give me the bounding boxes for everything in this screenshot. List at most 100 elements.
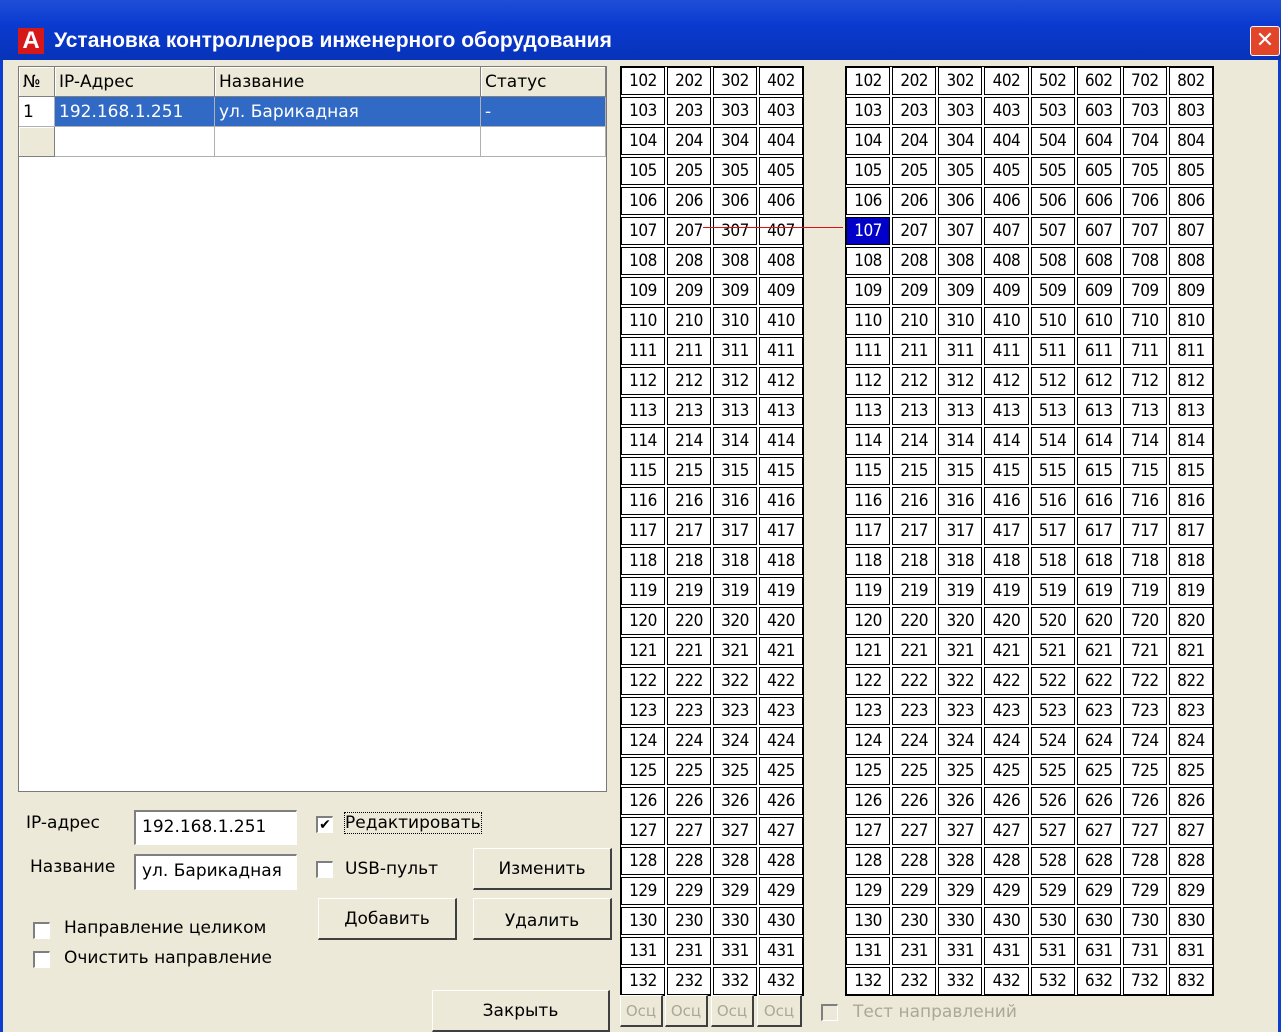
- room-cell-624[interactable]: 624: [1076, 727, 1121, 755]
- room-cell-812[interactable]: 812: [1168, 367, 1213, 395]
- room-cell-714[interactable]: 714: [1122, 427, 1167, 455]
- room-cell-222[interactable]: 222: [892, 667, 937, 695]
- room-cell-424[interactable]: 424: [759, 727, 803, 755]
- room-cell-632[interactable]: 632: [1076, 967, 1121, 995]
- room-cell-106[interactable]: 106: [621, 187, 665, 215]
- room-cell-327[interactable]: 327: [938, 817, 983, 845]
- room-cell-307[interactable]: 307: [938, 217, 983, 245]
- room-cell-712[interactable]: 712: [1122, 367, 1167, 395]
- room-cell-413[interactable]: 413: [984, 397, 1029, 425]
- room-cell-123[interactable]: 123: [846, 697, 891, 725]
- room-cell-802[interactable]: 802: [1168, 67, 1213, 95]
- room-cell-625[interactable]: 625: [1076, 757, 1121, 785]
- room-cell-416[interactable]: 416: [759, 487, 803, 515]
- room-cell-520[interactable]: 520: [1030, 607, 1075, 635]
- room-cell-427[interactable]: 427: [759, 817, 803, 845]
- room-cell-816[interactable]: 816: [1168, 487, 1213, 515]
- room-cell-121[interactable]: 121: [621, 637, 665, 665]
- room-cell-422[interactable]: 422: [984, 667, 1029, 695]
- room-cell-713[interactable]: 713: [1122, 397, 1167, 425]
- room-cell-224[interactable]: 224: [667, 727, 711, 755]
- room-cell-206[interactable]: 206: [667, 187, 711, 215]
- room-cell-124[interactable]: 124: [846, 727, 891, 755]
- room-cell-231[interactable]: 231: [892, 937, 937, 965]
- room-cell-510[interactable]: 510: [1030, 307, 1075, 335]
- room-cell-306[interactable]: 306: [938, 187, 983, 215]
- room-cell-412[interactable]: 412: [759, 367, 803, 395]
- room-cell-320[interactable]: 320: [713, 607, 757, 635]
- room-cell-829[interactable]: 829: [1168, 877, 1213, 905]
- room-cell-104[interactable]: 104: [621, 127, 665, 155]
- room-cell-828[interactable]: 828: [1168, 847, 1213, 875]
- room-cell-706[interactable]: 706: [1122, 187, 1167, 215]
- room-cell-216[interactable]: 216: [892, 487, 937, 515]
- room-cell-107[interactable]: 107: [846, 217, 891, 245]
- room-cell-430[interactable]: 430: [759, 907, 803, 935]
- room-cell-104[interactable]: 104: [846, 127, 891, 155]
- room-cell-232[interactable]: 232: [892, 967, 937, 995]
- room-cell-604[interactable]: 604: [1076, 127, 1121, 155]
- room-cell-217[interactable]: 217: [892, 517, 937, 545]
- room-cell-831[interactable]: 831: [1168, 937, 1213, 965]
- room-cell-211[interactable]: 211: [892, 337, 937, 365]
- room-cell-417[interactable]: 417: [759, 517, 803, 545]
- room-cell-102[interactable]: 102: [621, 67, 665, 95]
- room-cell-418[interactable]: 418: [759, 547, 803, 575]
- osc-button-4[interactable]: Осц: [757, 995, 802, 1027]
- room-cell-129[interactable]: 129: [621, 877, 665, 905]
- close-button[interactable]: Закрыть: [432, 990, 610, 1032]
- room-cell-214[interactable]: 214: [667, 427, 711, 455]
- room-cell-431[interactable]: 431: [984, 937, 1029, 965]
- room-cell-213[interactable]: 213: [892, 397, 937, 425]
- room-cell-331[interactable]: 331: [938, 937, 983, 965]
- room-cell-626[interactable]: 626: [1076, 787, 1121, 815]
- room-cell-432[interactable]: 432: [984, 967, 1029, 995]
- room-cell-222[interactable]: 222: [667, 667, 711, 695]
- room-cell-224[interactable]: 224: [892, 727, 937, 755]
- room-cell-128[interactable]: 128: [846, 847, 891, 875]
- room-cell-413[interactable]: 413: [759, 397, 803, 425]
- change-button[interactable]: Изменить: [473, 848, 612, 890]
- clear-direction-checkbox[interactable]: [33, 951, 50, 968]
- room-cell-303[interactable]: 303: [713, 97, 757, 125]
- room-cell-616[interactable]: 616: [1076, 487, 1121, 515]
- room-cell-232[interactable]: 232: [667, 967, 711, 995]
- osc-button-2[interactable]: Осц: [665, 995, 708, 1027]
- room-cell-422[interactable]: 422: [759, 667, 803, 695]
- room-cell-818[interactable]: 818: [1168, 547, 1213, 575]
- room-cell-621[interactable]: 621: [1076, 637, 1121, 665]
- room-cell-230[interactable]: 230: [892, 907, 937, 935]
- room-cell-115[interactable]: 115: [846, 457, 891, 485]
- room-cell-204[interactable]: 204: [892, 127, 937, 155]
- room-cell-707[interactable]: 707: [1122, 217, 1167, 245]
- room-cell-118[interactable]: 118: [846, 547, 891, 575]
- room-cell-332[interactable]: 332: [713, 967, 757, 995]
- room-cell-229[interactable]: 229: [667, 877, 711, 905]
- room-cell-426[interactable]: 426: [984, 787, 1029, 815]
- room-cell-629[interactable]: 629: [1076, 877, 1121, 905]
- room-cell-516[interactable]: 516: [1030, 487, 1075, 515]
- room-cell-204[interactable]: 204: [667, 127, 711, 155]
- room-cell-408[interactable]: 408: [984, 247, 1029, 275]
- room-cell-530[interactable]: 530: [1030, 907, 1075, 935]
- room-cell-427[interactable]: 427: [984, 817, 1029, 845]
- room-cell-120[interactable]: 120: [621, 607, 665, 635]
- room-cell-318[interactable]: 318: [938, 547, 983, 575]
- test-directions-checkbox[interactable]: [821, 1004, 838, 1021]
- room-cell-132[interactable]: 132: [846, 967, 891, 995]
- room-cell-803[interactable]: 803: [1168, 97, 1213, 125]
- room-cell-306[interactable]: 306: [713, 187, 757, 215]
- room-cell-327[interactable]: 327: [713, 817, 757, 845]
- room-cell-410[interactable]: 410: [984, 307, 1029, 335]
- room-cell-618[interactable]: 618: [1076, 547, 1121, 575]
- room-cell-518[interactable]: 518: [1030, 547, 1075, 575]
- table-row-new[interactable]: [19, 127, 606, 157]
- room-cell-710[interactable]: 710: [1122, 307, 1167, 335]
- room-cell-826[interactable]: 826: [1168, 787, 1213, 815]
- room-cell-131[interactable]: 131: [846, 937, 891, 965]
- room-cell-419[interactable]: 419: [759, 577, 803, 605]
- room-cell-203[interactable]: 203: [667, 97, 711, 125]
- room-cell-323[interactable]: 323: [713, 697, 757, 725]
- room-cell-332[interactable]: 332: [938, 967, 983, 995]
- room-cell-418[interactable]: 418: [984, 547, 1029, 575]
